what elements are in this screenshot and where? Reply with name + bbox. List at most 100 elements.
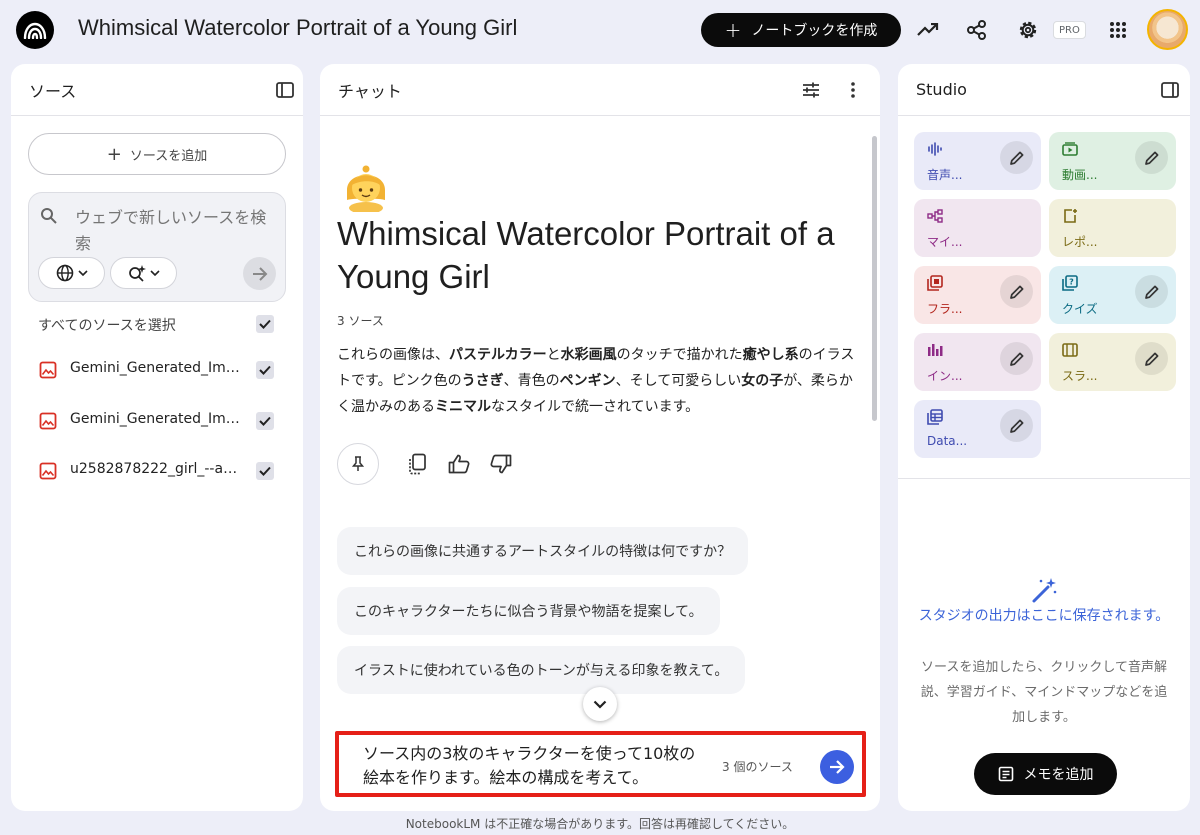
user-avatar[interactable] — [1147, 9, 1188, 50]
image-file-icon — [39, 462, 57, 484]
arrow-right-icon — [830, 760, 845, 774]
suggested-question[interactable]: これらの画像に共通するアートスタイルの特徴は何ですか？ — [337, 527, 749, 575]
fast-research-icon — [128, 265, 146, 282]
source-item[interactable]: u2582878222_girl_--ar_2.png — [39, 459, 284, 483]
source-name: Gemini_Generated_Image_2.png — [70, 411, 240, 427]
studio-tile-label: イン... — [927, 369, 963, 383]
send-button[interactable] — [820, 750, 854, 784]
add-note-label: メモを追加 — [1023, 767, 1094, 783]
edit-pencil-icon[interactable] — [1000, 342, 1033, 375]
web-source-search-box — [28, 192, 286, 302]
top-bar: Whimsical Watercolor Portrait of a Young… — [0, 0, 1200, 60]
scroll-to-bottom-button[interactable] — [583, 687, 617, 721]
plus-icon: + — [106, 143, 122, 165]
studio-tile[interactable]: 音声... — [914, 132, 1041, 190]
add-source-label: ソースを追加 — [129, 148, 208, 164]
source-checkbox[interactable] — [256, 412, 274, 430]
thumbs-up-icon[interactable] — [446, 451, 472, 477]
edit-pencil-icon[interactable] — [1135, 275, 1168, 308]
image-file-icon — [39, 412, 57, 434]
studio-title: Studio — [916, 80, 967, 99]
studio-tile[interactable]: ? クイズ — [1049, 266, 1176, 324]
flashcard-icon — [927, 275, 943, 295]
add-source-button[interactable]: + ソースを追加 — [28, 133, 286, 175]
arrow-right-icon — [252, 266, 267, 281]
source-item[interactable]: Gemini_Generated_Image_2.png — [39, 409, 284, 433]
globe-icon — [56, 264, 73, 282]
studio-header: Studio — [898, 64, 1190, 116]
quiz-icon: ? — [1062, 275, 1078, 295]
checkmark-icon — [259, 319, 271, 329]
edit-pencil-icon[interactable] — [1135, 141, 1168, 174]
edit-pencil-icon[interactable] — [1135, 342, 1168, 375]
create-notebook-button[interactable]: + ノートブックを作成 — [701, 13, 901, 47]
summary-text: 、そして可愛らしい — [615, 373, 742, 389]
source-checkbox[interactable] — [256, 361, 274, 379]
studio-tile[interactable]: フラ... — [914, 266, 1041, 324]
chat-input-box[interactable]: ソース内の3枚のキャラクターを使って10枚の絵本を作ります。絵本の構成を考えて。… — [335, 731, 866, 797]
copy-icon[interactable] — [404, 451, 430, 477]
infographic-icon — [927, 342, 943, 361]
summary-emphasis: ミニマル — [435, 399, 491, 415]
report-icon — [1062, 208, 1078, 228]
notebook-summary: これらの画像は、パステルカラーと水彩画風のタッチで描かれた癒やし系のイラストです… — [337, 342, 857, 420]
studio-tile[interactable]: 動画... — [1049, 132, 1176, 190]
studio-tile[interactable]: イン... — [914, 333, 1041, 391]
sources-title: ソース — [29, 81, 77, 101]
studio-tile[interactable]: Data... — [914, 400, 1041, 458]
summary-text: 、青色の — [503, 373, 560, 389]
chat-input-text[interactable]: ソース内の3枚のキャラクターを使って10枚の絵本を作ります。絵本の構成を考えて。 — [363, 742, 703, 790]
summary-text: のタッチで描かれた — [616, 347, 743, 363]
save-to-note-button[interactable] — [337, 443, 379, 485]
sources-panel: ソース + ソースを追加 すべてのソースを選択 Gemini_Generat — [11, 64, 303, 811]
edit-pencil-icon[interactable] — [1000, 141, 1033, 174]
edit-pencil-icon[interactable] — [1000, 275, 1033, 308]
collapse-panel-icon[interactable] — [273, 78, 297, 102]
thumbs-down-icon[interactable] — [488, 451, 514, 477]
share-icon[interactable] — [961, 14, 993, 46]
suggested-question[interactable]: このキャラクターたちに似合う背景や物語を提案して。 — [337, 587, 720, 635]
notebooklm-logo-icon[interactable] — [16, 11, 54, 49]
studio-tile-label: マイ... — [927, 235, 963, 249]
settings-gear-icon[interactable] — [1012, 14, 1044, 46]
add-note-button[interactable]: メモを追加 — [974, 753, 1117, 795]
studio-tile-label: フラ... — [927, 302, 963, 316]
chat-title: チャット — [338, 81, 402, 101]
summary-emphasis: うさぎ — [461, 373, 504, 389]
studio-tile[interactable]: マイ... — [914, 199, 1041, 257]
analytics-icon[interactable] — [912, 14, 944, 46]
source-checkbox[interactable] — [256, 462, 274, 480]
chat-settings-tune-icon[interactable] — [799, 78, 823, 102]
web-search-input[interactable] — [75, 205, 275, 257]
create-notebook-label: ノートブックを作成 — [751, 23, 878, 39]
more-vert-icon[interactable] — [841, 78, 865, 102]
summary-emphasis: パステルカラー — [449, 347, 547, 363]
web-source-dropdown[interactable] — [38, 257, 105, 289]
suggested-question[interactable]: イラストに使われている色のトーンが与える印象を教えて。 — [337, 646, 746, 694]
pin-icon — [352, 456, 364, 471]
apps-grid-icon[interactable] — [1102, 14, 1134, 46]
research-mode-dropdown[interactable] — [110, 257, 177, 289]
edit-pencil-icon[interactable] — [1000, 409, 1033, 442]
notebook-title[interactable]: Whimsical Watercolor Portrait of a Young… — [78, 15, 517, 41]
select-all-checkbox[interactable] — [256, 315, 274, 333]
studio-empty-description: ソースを追加したら、クリックして音声解説、学習ガイド、マインドマップなどを追加し… — [920, 660, 1168, 725]
checkmark-icon — [259, 466, 271, 476]
source-item[interactable]: Gemini_Generated_Image_1.png — [39, 358, 284, 382]
image-file-icon — [39, 361, 57, 383]
collapse-panel-icon[interactable] — [1158, 78, 1182, 102]
svg-text:?: ? — [1069, 278, 1074, 287]
summary-text: なスタイルで統一されています。 — [491, 399, 700, 415]
studio-tile[interactable]: レポ... — [1049, 199, 1176, 257]
pro-badge: PRO — [1053, 21, 1086, 39]
studio-tile[interactable]: スラ... — [1049, 333, 1176, 391]
submit-search-button[interactable] — [243, 257, 276, 290]
chevron-down-icon — [149, 270, 160, 276]
slides-icon — [1062, 342, 1078, 361]
chat-scrollbar[interactable] — [872, 136, 877, 421]
plus-icon: + — [724, 18, 742, 42]
disclaimer-footer: NotebookLM は不正確な場合があります。回答は再確認してください。 — [405, 817, 795, 831]
summary-text: これらの画像は、 — [337, 347, 449, 363]
checkmark-icon — [259, 365, 271, 375]
summary-text: と — [546, 347, 561, 363]
